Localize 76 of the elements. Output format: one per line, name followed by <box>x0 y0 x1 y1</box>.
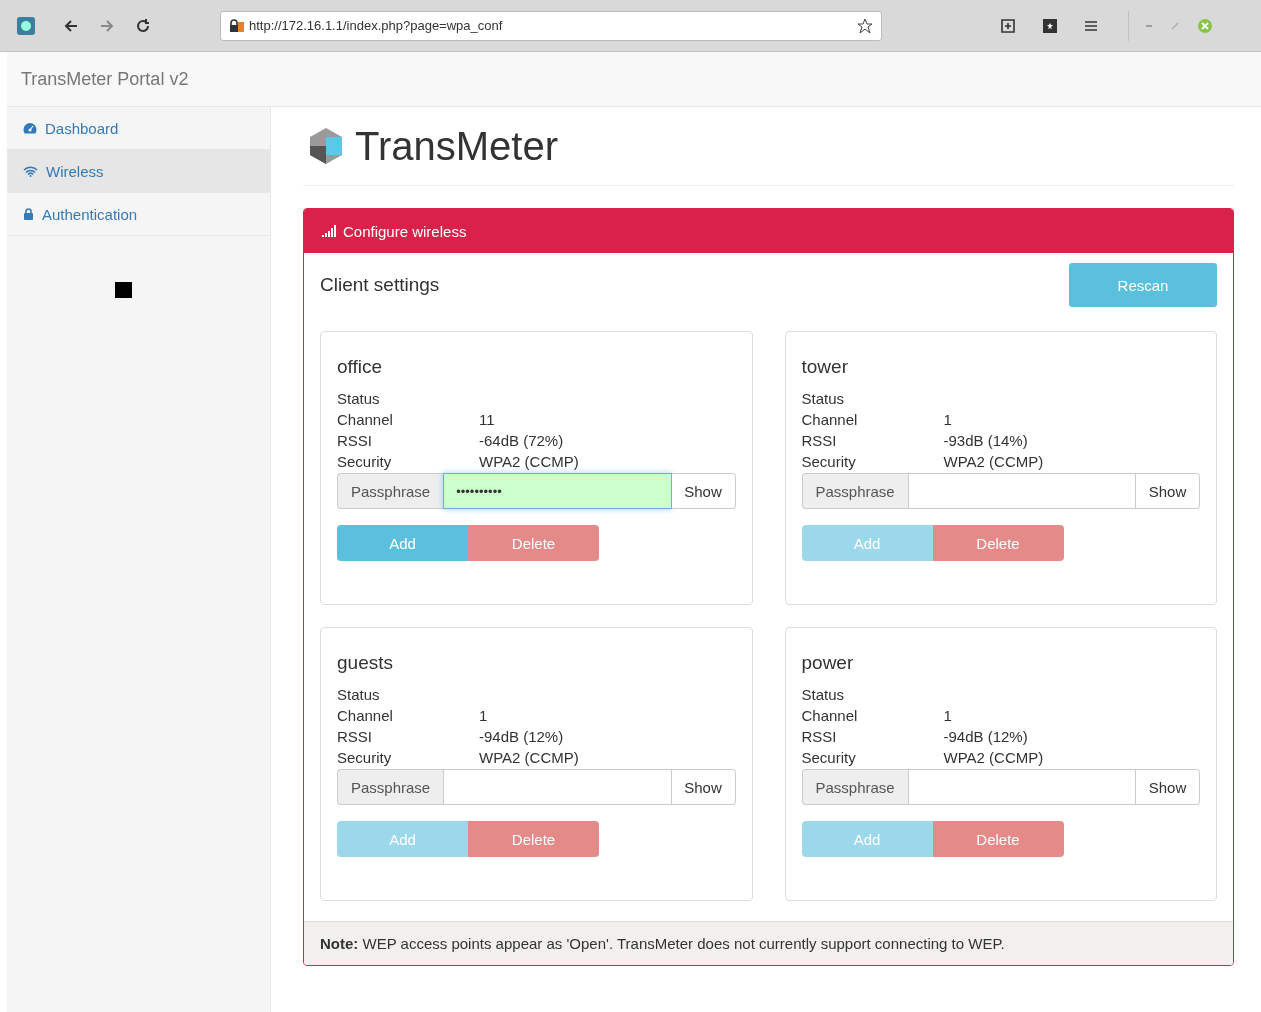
info-value: WPA2 (CCMP) <box>479 452 580 472</box>
passphrase-label: Passphrase <box>337 769 444 805</box>
delete-button[interactable]: Delete <box>932 821 1064 857</box>
square-icon <box>115 282 132 298</box>
reload-icon[interactable] <box>136 18 150 33</box>
info-label: Security <box>801 452 857 472</box>
info-value: -94dB (12%) <box>479 727 565 747</box>
info-label: Channel <box>337 706 394 726</box>
section-title: Client settings <box>320 274 440 296</box>
signal-bars-icon <box>322 225 337 237</box>
passphrase-field[interactable] <box>443 769 672 805</box>
info-label: Security <box>337 748 393 768</box>
info-value: WPA2 (CCMP) <box>943 452 1045 472</box>
rescan-button[interactable]: Rescan <box>1069 263 1217 307</box>
passphrase-label: Passphrase <box>801 473 908 509</box>
panel-title: Configure wireless <box>343 222 467 240</box>
passphrase-field[interactable]: •••••••••• <box>443 473 672 509</box>
bookmarks-icon[interactable] <box>1042 17 1058 34</box>
back-icon[interactable] <box>64 18 78 33</box>
note-text: Note: WEP access points appear as 'Open'. TransMeter does not currently support connecting to WEP. <box>304 921 1233 965</box>
forward-icon[interactable] <box>100 18 114 33</box>
info-label: RSSI <box>801 727 838 747</box>
network-name: guests <box>337 652 394 674</box>
passphrase-field[interactable] <box>907 769 1136 805</box>
sidebar-item[interactable]: Authentication <box>7 193 270 236</box>
lock-icon <box>23 208 34 220</box>
address-bar[interactable]: http://172.16.1.1/index.php?page=wpa_conf <box>220 10 882 41</box>
info-label: Status <box>337 685 381 705</box>
info-label: RSSI <box>337 431 373 451</box>
delete-button[interactable]: Delete <box>468 821 599 857</box>
dashboard-icon <box>23 122 37 134</box>
star-icon[interactable] <box>857 17 873 34</box>
passphrase-field[interactable] <box>907 473 1136 509</box>
add-button[interactable]: Add <box>337 525 468 561</box>
wifi-icon <box>23 165 38 177</box>
page-title: TransMeter <box>355 123 558 169</box>
sidebar-item[interactable]: Wireless <box>7 150 270 193</box>
passphrase-label: Passphrase <box>337 473 444 509</box>
minimize-icon[interactable] <box>1145 23 1153 28</box>
logo-icon <box>309 127 343 165</box>
info-value: -93dB (14%) <box>943 431 1029 451</box>
info-value: WPA2 (CCMP) <box>479 748 580 768</box>
menu-icon[interactable] <box>1084 19 1098 32</box>
info-value: 1 <box>943 410 953 430</box>
screenshot-icon[interactable] <box>1000 17 1016 34</box>
info-label: RSSI <box>337 727 373 747</box>
info-label: Security <box>801 748 857 768</box>
info-value: 1 <box>943 706 953 726</box>
delete-button[interactable]: Delete <box>932 525 1064 561</box>
brand-title[interactable]: TransMeter Portal v2 <box>21 68 189 90</box>
network-name: office <box>337 356 384 378</box>
info-value: 1 <box>479 706 489 726</box>
close-icon[interactable] <box>1197 17 1213 34</box>
show-button[interactable]: Show <box>1136 473 1200 509</box>
info-label: Status <box>337 389 381 409</box>
info-label: Status <box>801 685 846 705</box>
show-button[interactable]: Show <box>671 473 736 509</box>
insecure-lock-icon <box>229 18 245 33</box>
delete-button[interactable]: Delete <box>468 525 599 561</box>
network-name: power <box>801 652 855 674</box>
info-label: Channel <box>801 410 859 430</box>
info-value: WPA2 (CCMP) <box>943 748 1045 768</box>
info-label: Channel <box>801 706 859 726</box>
info-label: Channel <box>337 410 394 430</box>
show-button[interactable]: Show <box>671 769 736 805</box>
info-value: 11 <box>479 410 496 430</box>
info-value: -64dB (72%) <box>479 431 565 451</box>
info-label: RSSI <box>801 431 838 451</box>
app-icon[interactable] <box>16 15 36 36</box>
network-name: tower <box>801 356 849 378</box>
url-text: http://172.16.1.1/index.php?page=wpa_conf <box>249 18 504 33</box>
info-label: Status <box>801 389 846 409</box>
passphrase-label: Passphrase <box>801 769 908 805</box>
info-label: Security <box>337 452 393 472</box>
info-value: -94dB (12%) <box>943 727 1029 747</box>
show-button[interactable]: Show <box>1136 769 1200 805</box>
